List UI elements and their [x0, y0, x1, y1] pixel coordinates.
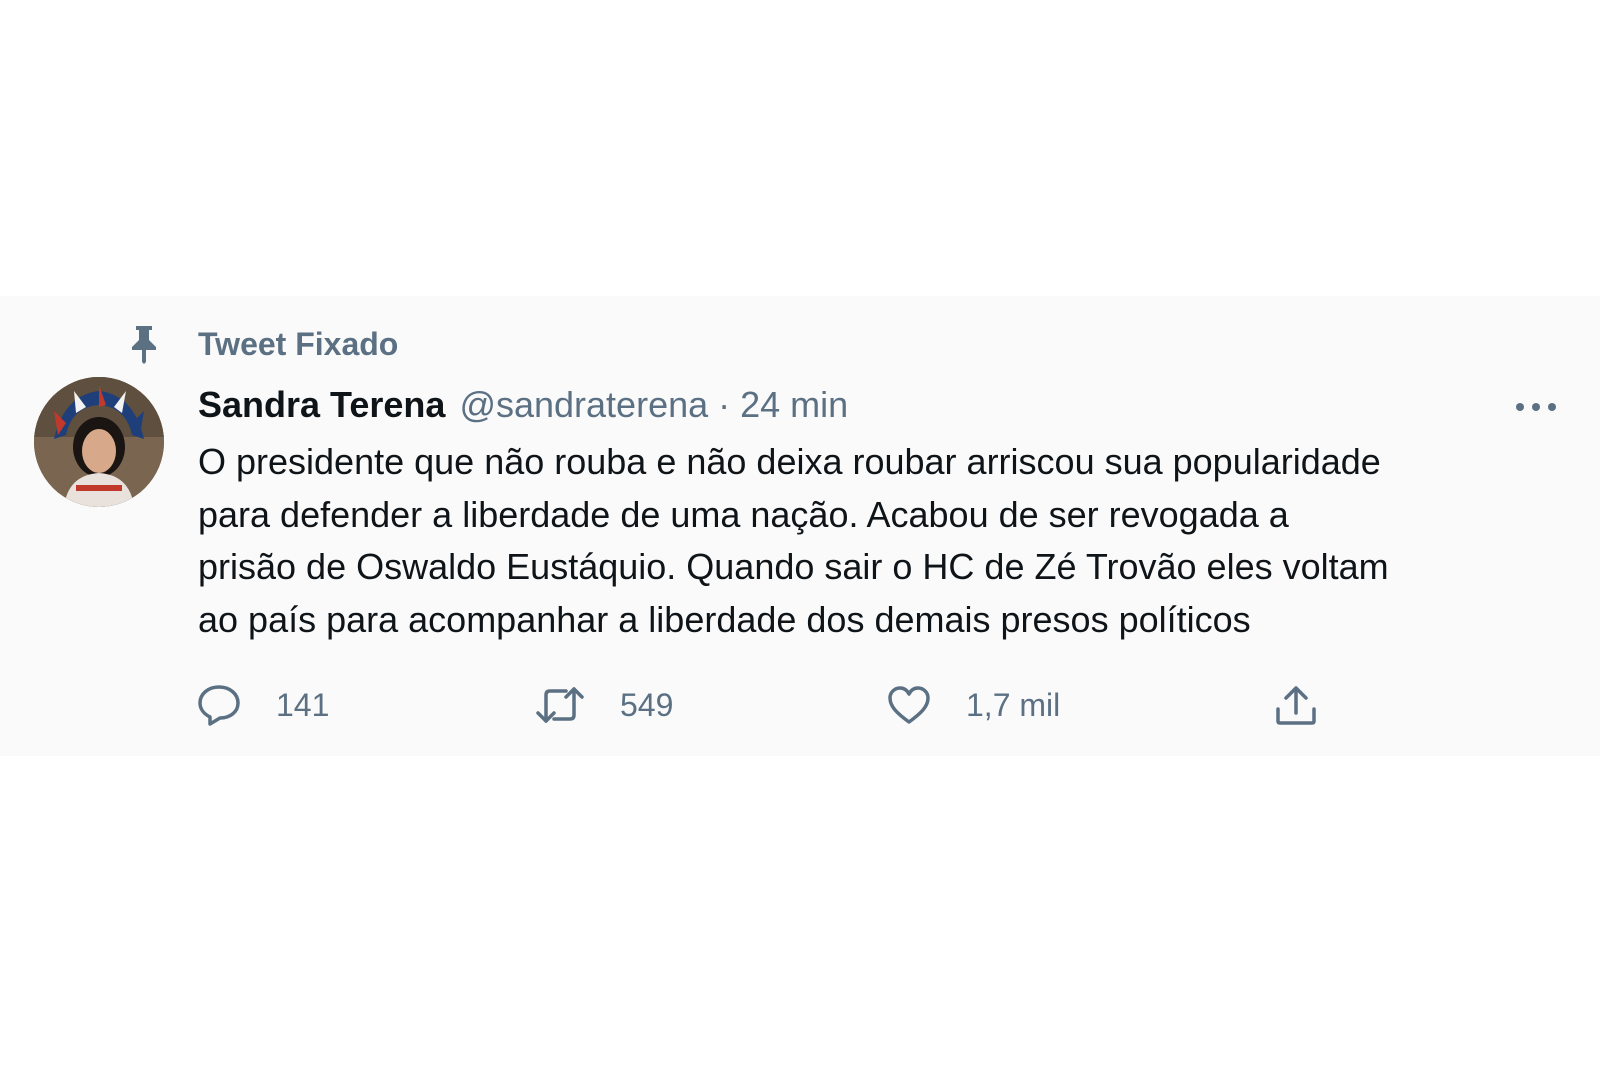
display-name[interactable]: Sandra Terena — [198, 384, 445, 426]
retweet-button[interactable]: 549 — [534, 680, 673, 730]
tweet-text-line: O presidente que não rouba e não deixa r… — [198, 441, 1381, 482]
timestamp[interactable]: 24 min — [740, 384, 848, 426]
retweet-icon — [534, 683, 586, 727]
header-separator: · — [718, 384, 731, 425]
pin-icon — [126, 324, 162, 364]
reply-icon — [196, 683, 242, 727]
avatar[interactable] — [34, 377, 164, 507]
user-handle[interactable]: @sandraterena — [459, 384, 708, 426]
heart-icon — [886, 684, 932, 726]
reply-button[interactable]: 141 — [196, 680, 329, 730]
tweet-text-line: para defender a liberdade de uma nação. … — [198, 493, 1289, 535]
pinned-indicator — [126, 322, 162, 366]
more-button[interactable] — [1512, 396, 1560, 420]
like-button[interactable]: 1,7 mil — [886, 680, 1060, 730]
share-button[interactable] — [1272, 680, 1320, 730]
reply-count: 141 — [276, 686, 330, 723]
retweet-count: 549 — [620, 686, 674, 723]
more-icon — [1515, 399, 1557, 417]
tweet-text-line: prisão de Oswaldo Eustáquio. Quando sair… — [198, 546, 1389, 587]
tweet-text: O presidente que não rouba e não deixa r… — [198, 436, 1568, 646]
like-count: 1,7 mil — [966, 686, 1061, 723]
pinned-label: Tweet Fixado — [198, 326, 399, 362]
tweet-header: Sandra Terena @sandraterena · 24 min — [198, 384, 848, 432]
tweet-text-line: ao país para acompanhar a liberdade dos … — [198, 598, 1251, 640]
share-icon — [1272, 683, 1320, 727]
